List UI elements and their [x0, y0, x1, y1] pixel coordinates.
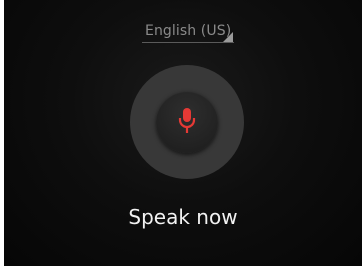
- language-underline: [142, 42, 234, 43]
- speak-now-prompt: Speak now: [128, 205, 238, 229]
- voice-search-panel: English (US) Speak now: [4, 0, 362, 266]
- microphone-icon: [178, 108, 196, 133]
- language-dropdown[interactable]: English (US): [142, 22, 234, 44]
- language-label: English (US): [145, 23, 232, 39]
- dropdown-corner-icon: [223, 32, 233, 42]
- microphone-button[interactable]: [156, 91, 218, 153]
